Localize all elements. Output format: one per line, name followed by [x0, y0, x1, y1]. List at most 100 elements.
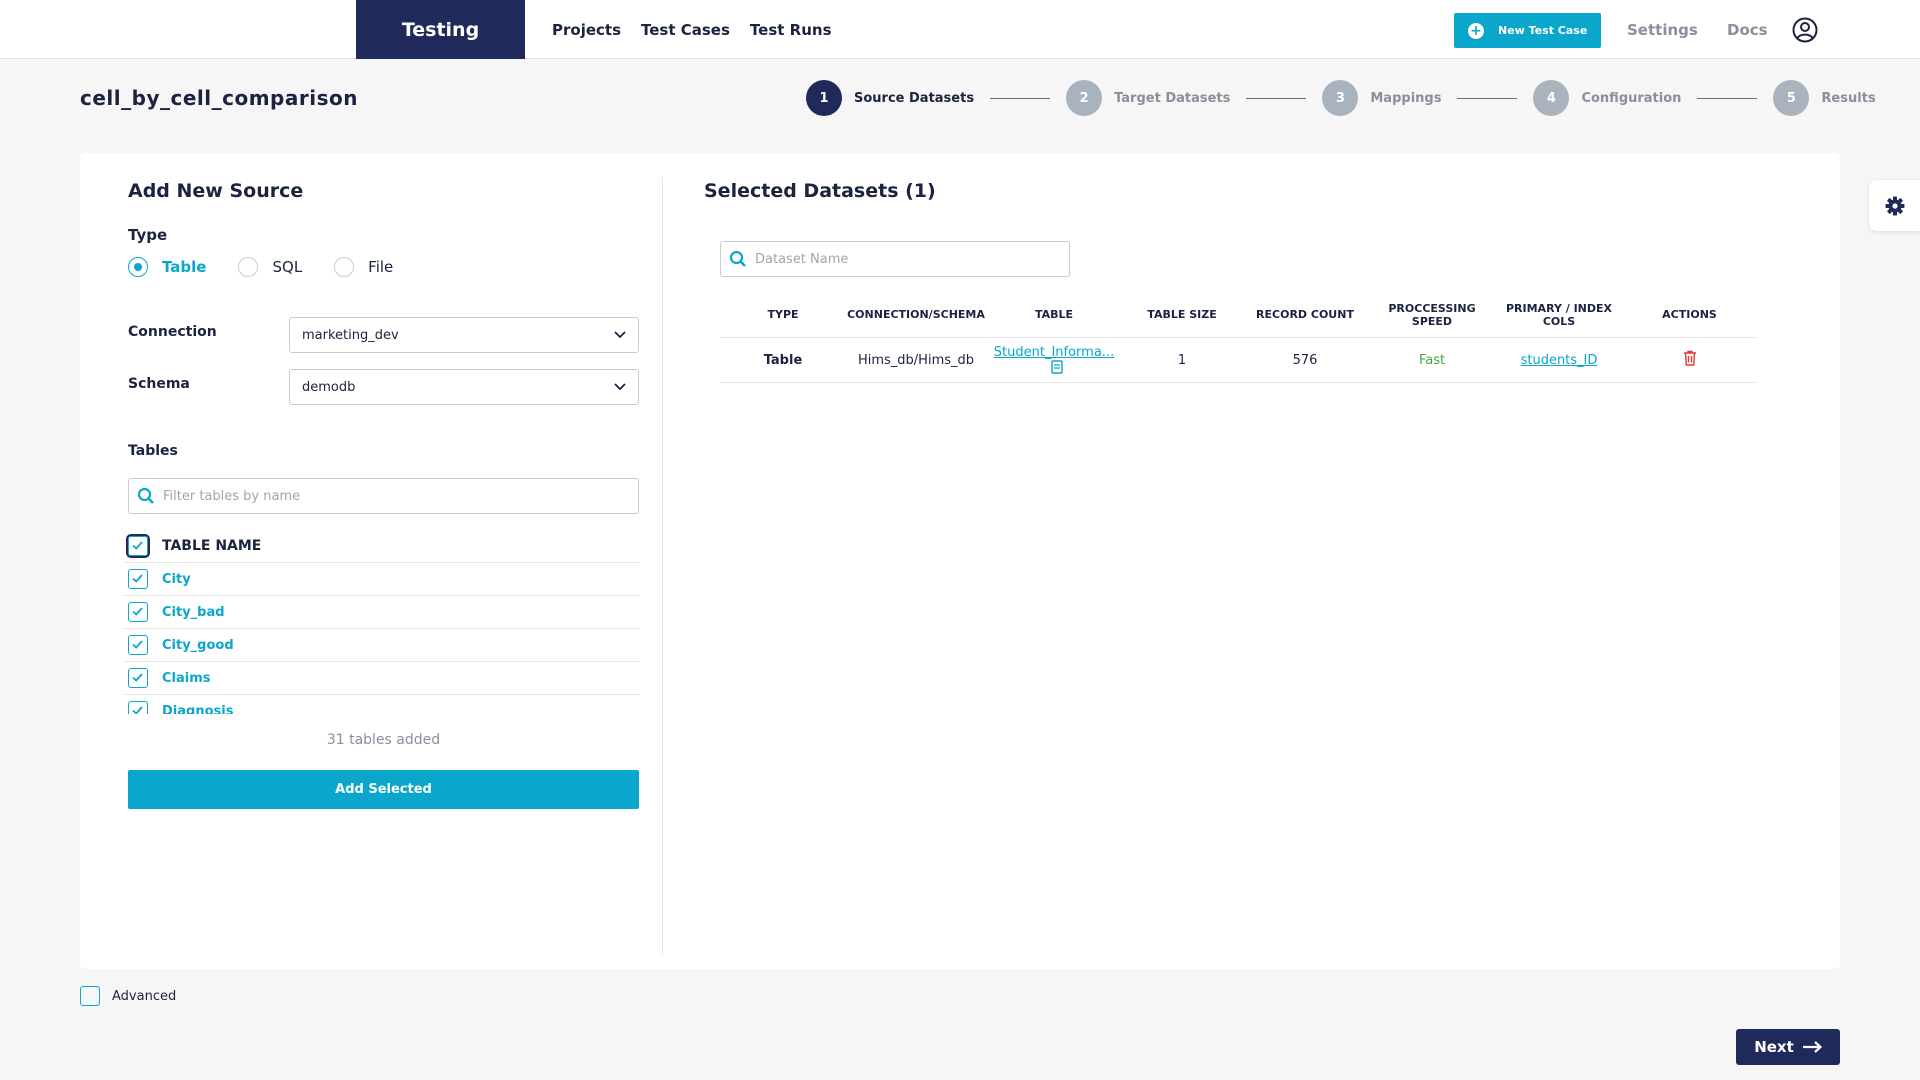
search-icon [137, 487, 154, 504]
table-name: Diagnosis [162, 703, 234, 715]
check-icon [132, 673, 143, 682]
cell-type: Table [763, 352, 803, 368]
connection-select[interactable]: marketing_dev [289, 317, 639, 353]
connection-value: marketing_dev [302, 327, 399, 343]
table-filter-input[interactable] [163, 488, 614, 504]
table-checkbox[interactable] [128, 635, 148, 655]
col-connection: CONNECTION/SCHEMA [847, 308, 985, 321]
advanced-toggle[interactable]: Advanced [80, 986, 176, 1006]
tables-label: Tables [128, 443, 178, 459]
radio-sql[interactable]: SQL [238, 257, 302, 277]
step-results[interactable]: 5 Results [1773, 80, 1876, 116]
step-connector [1246, 97, 1307, 99]
cell-record-count: 576 [1292, 352, 1318, 368]
check-icon [132, 574, 143, 583]
brand-tab[interactable]: Testing [356, 0, 525, 59]
col-record-count: RECORD COUNT [1256, 308, 1354, 321]
nav-projects[interactable]: Projects [552, 21, 621, 39]
top-navbar: Testing Projects Test Cases Test Runs + … [0, 0, 1920, 59]
selected-datasets-table: TYPE CONNECTION/SCHEMA TABLE TABLE SIZE … [720, 292, 1757, 383]
advanced-checkbox[interactable] [80, 986, 100, 1006]
docs-link[interactable]: Docs [1727, 0, 1768, 59]
table-link[interactable]: Student_Informa... [994, 345, 1114, 360]
step-connector [1457, 97, 1518, 99]
trash-icon[interactable] [1683, 350, 1697, 366]
settings-side-tab[interactable] [1869, 180, 1920, 231]
radio-circle [334, 257, 355, 277]
step-target-datasets[interactable]: 2 Target Datasets [1066, 80, 1230, 116]
schema-select[interactable]: demodb [289, 369, 639, 405]
table-name-header: TABLE NAME [162, 538, 262, 554]
cell-primary-cols: students_ID [1496, 353, 1622, 368]
step-label: Results [1821, 90, 1876, 106]
radio-circle [128, 257, 148, 277]
page-title: cell_by_cell_comparison [80, 86, 358, 110]
selected-datasets-title: Selected Datasets (1) [704, 180, 936, 202]
tables-added-count: 31 tables added [326, 732, 441, 748]
cell-actions [1622, 350, 1757, 370]
nav-test-cases[interactable]: Test Cases [641, 21, 730, 39]
check-icon [132, 706, 143, 714]
next-button[interactable]: Next [1736, 1029, 1840, 1065]
chevron-down-icon [614, 383, 626, 391]
tables-list[interactable]: TABLE NAME City City_bad City_good Claim… [124, 530, 639, 714]
cell-table: Student_Informa... [986, 345, 1122, 376]
chevron-down-icon [614, 331, 626, 339]
step-label: Source Datasets [854, 90, 975, 106]
table-checkbox[interactable] [128, 701, 148, 714]
select-all-checkbox[interactable] [128, 536, 148, 556]
table-row: Table Hims_db/Hims_db Student_Informa...… [720, 338, 1757, 383]
tables-header-row: TABLE NAME [124, 530, 639, 563]
step-configuration[interactable]: 4 Configuration [1533, 80, 1681, 116]
table-checkbox[interactable] [128, 569, 148, 589]
connection-label: Connection [128, 324, 217, 340]
col-type: TYPE [767, 308, 799, 321]
type-radio-group: Table SQL File [128, 257, 425, 277]
search-icon [729, 250, 746, 267]
step-label: Target Datasets [1114, 90, 1231, 106]
radio-circle [238, 257, 259, 277]
settings-link[interactable]: Settings [1627, 0, 1698, 59]
col-table-size: TABLE SIZE [1147, 308, 1217, 321]
dataset-search [720, 241, 1070, 277]
add-selected-button[interactable]: Add Selected [128, 770, 639, 809]
arrow-right-icon [1802, 1041, 1822, 1053]
step-mappings[interactable]: 3 Mappings [1322, 80, 1441, 116]
dataset-search-input[interactable] [755, 251, 1061, 267]
step-connector [1697, 97, 1758, 99]
nav-test-runs[interactable]: Test Runs [750, 21, 832, 39]
table-row[interactable]: City [124, 563, 639, 596]
step-number: 3 [1322, 80, 1359, 116]
primary-cols-link[interactable]: students_ID [1521, 353, 1598, 368]
panel-divider [662, 177, 663, 955]
cell-connection: Hims_db/Hims_db [857, 352, 975, 368]
step-connector [990, 97, 1051, 99]
table-row[interactable]: Diagnosis [124, 695, 639, 714]
check-icon [132, 607, 143, 616]
add-source-title: Add New Source [128, 180, 304, 202]
step-source-datasets[interactable]: 1 Source Datasets [806, 80, 974, 116]
document-icon[interactable] [1051, 359, 1063, 374]
table-checkbox[interactable] [128, 602, 148, 622]
radio-label: SQL [272, 258, 303, 276]
table-filter [128, 478, 639, 514]
table-row[interactable]: City_good [124, 629, 639, 662]
new-test-case-label: New Test Case [1498, 24, 1588, 37]
table-name: Claims [162, 670, 211, 686]
radio-file[interactable]: File [334, 257, 393, 277]
new-test-case-button[interactable]: + New Test Case [1454, 13, 1601, 48]
col-primary-cols: PRIMARY / INDEX COLS [1505, 301, 1613, 328]
radio-table[interactable]: Table [128, 257, 206, 277]
type-label: Type [128, 226, 168, 244]
step-label: Configuration [1581, 90, 1682, 106]
step-number: 2 [1066, 80, 1103, 116]
cell-table-size: 1 [1177, 352, 1187, 368]
table-name: City_bad [162, 604, 225, 620]
schema-value: demodb [302, 379, 356, 395]
table-row[interactable]: Claims [124, 662, 639, 695]
user-account-icon[interactable] [1792, 17, 1818, 43]
table-checkbox[interactable] [128, 668, 148, 688]
schema-label: Schema [128, 376, 190, 392]
table-row[interactable]: City_bad [124, 596, 639, 629]
step-number: 4 [1533, 80, 1570, 116]
